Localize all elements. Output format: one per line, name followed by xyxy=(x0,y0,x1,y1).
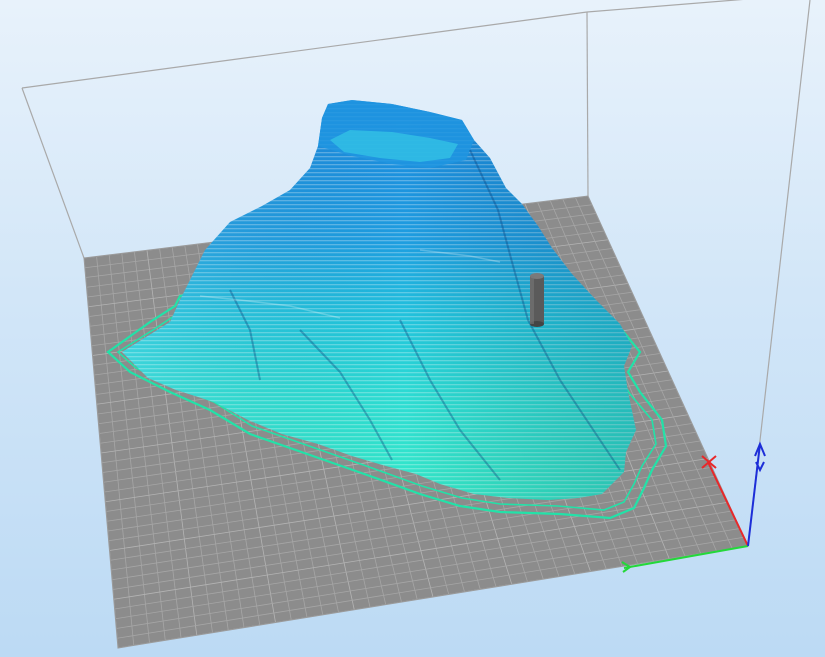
cylinder-object[interactable] xyxy=(530,273,544,327)
3d-viewport[interactable] xyxy=(0,0,825,657)
